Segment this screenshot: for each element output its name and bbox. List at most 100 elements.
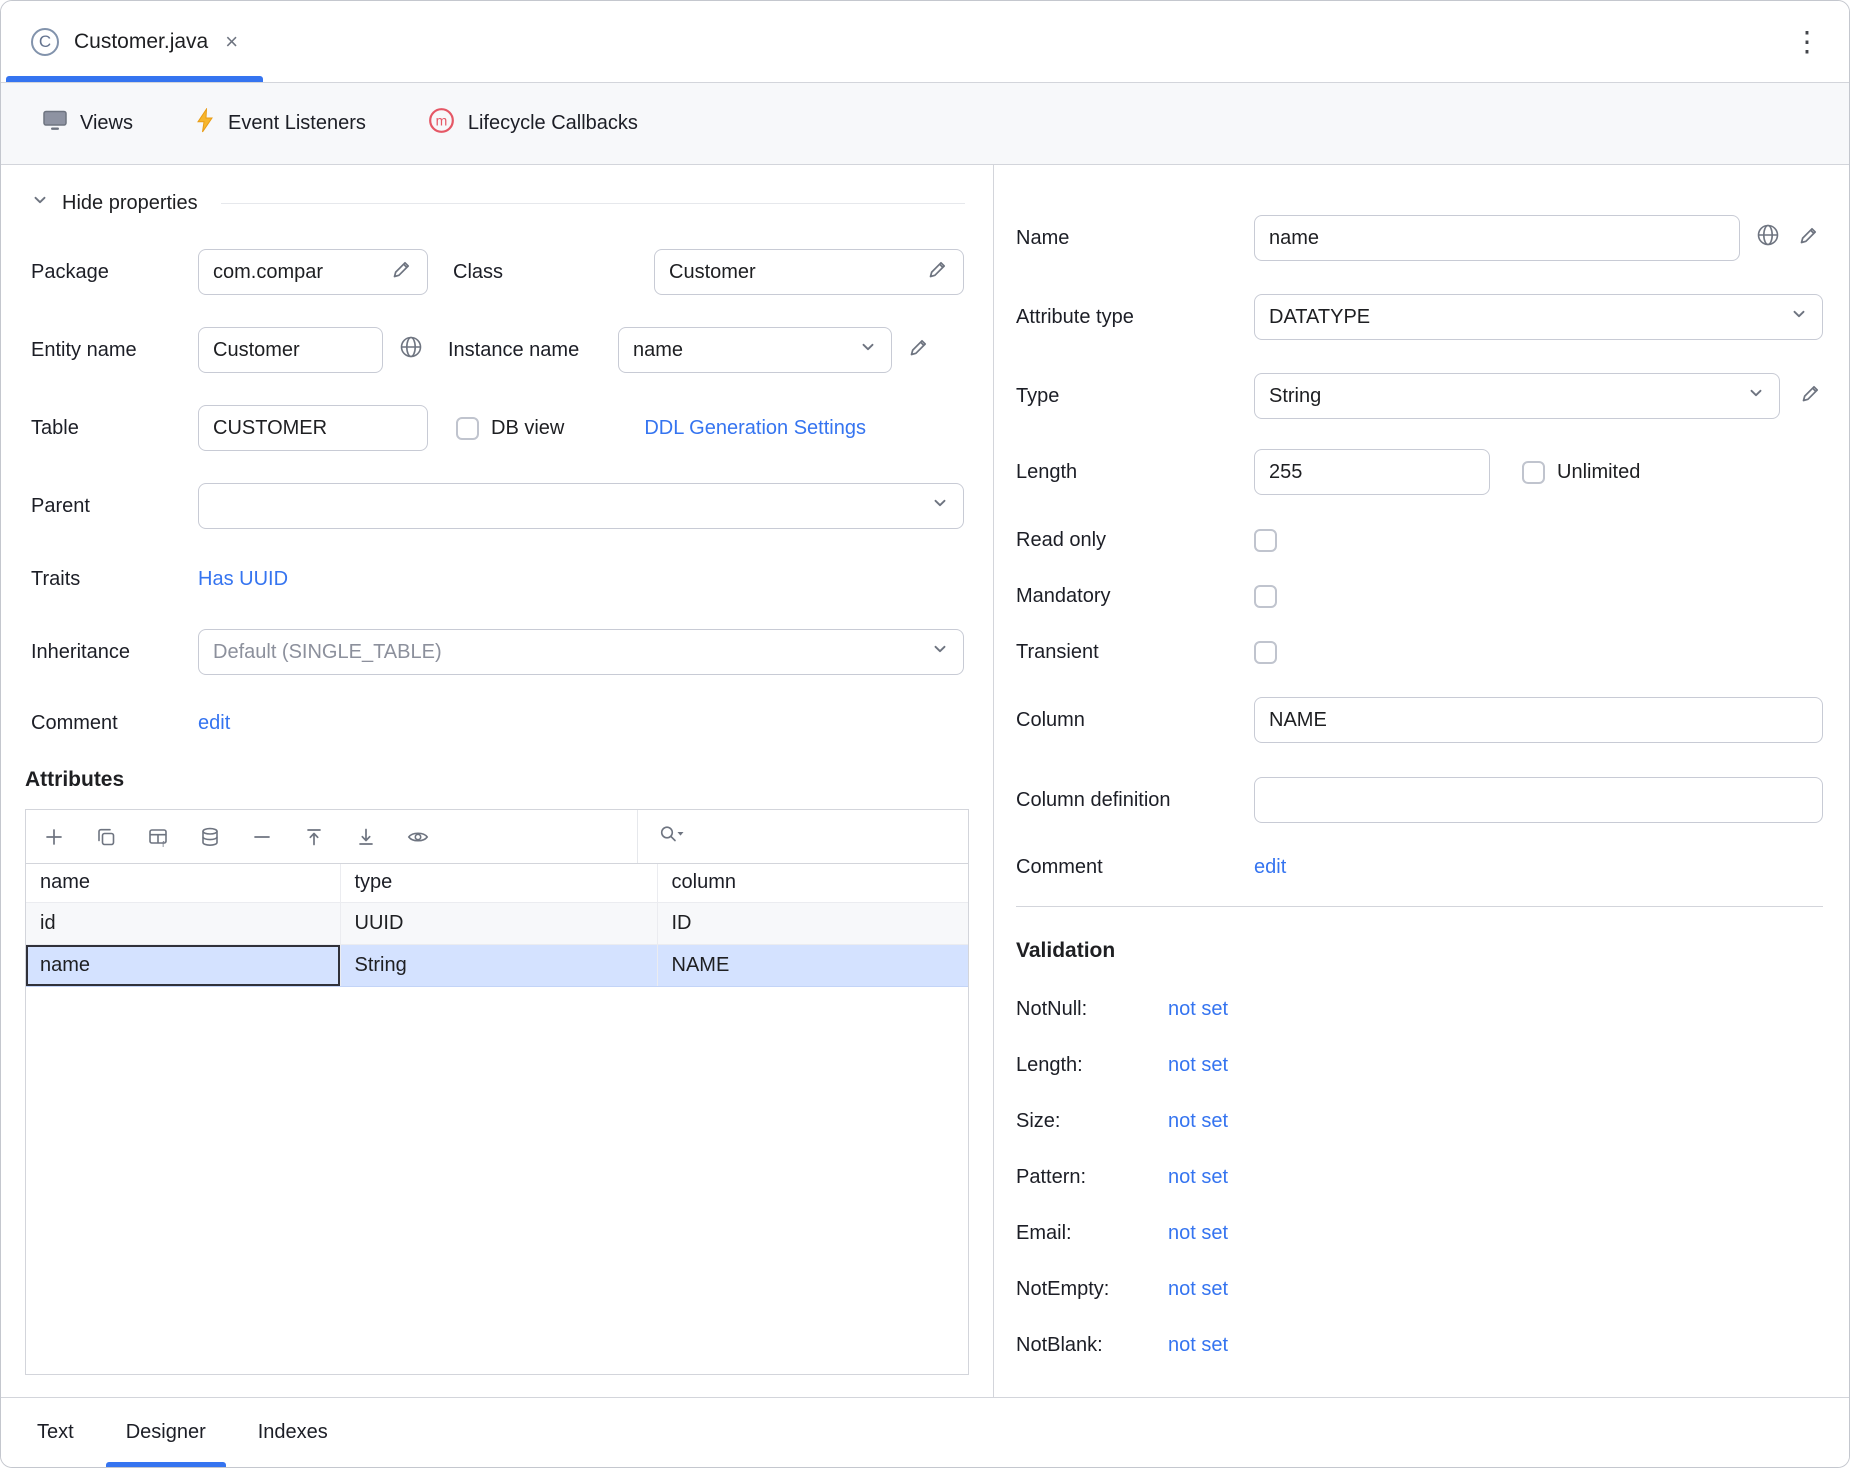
- svg-text:m: m: [436, 113, 448, 129]
- lightning-icon: [195, 108, 215, 139]
- cell-name[interactable]: id: [26, 902, 340, 944]
- unlimited-label: Unlimited: [1557, 461, 1640, 484]
- attribute-name-input[interactable]: [1254, 215, 1740, 261]
- chevron-down-icon: [1747, 384, 1765, 408]
- cell-type[interactable]: UUID: [340, 902, 657, 944]
- tab-text[interactable]: Text: [11, 1398, 100, 1467]
- attribute-row-name[interactable]: name String NAME: [26, 944, 968, 986]
- comment-label: Comment: [1016, 856, 1254, 879]
- db-view-checkbox[interactable]: [456, 417, 479, 440]
- notempty-not-set-link[interactable]: not set: [1168, 1278, 1228, 1301]
- cell-type[interactable]: String: [340, 944, 657, 986]
- attributes-table: name type column id UUID ID name: [26, 864, 968, 987]
- column-header-type[interactable]: type: [340, 864, 657, 902]
- validation-title: Validation: [1016, 935, 1823, 967]
- views-button[interactable]: Views: [43, 110, 133, 137]
- column-header-column[interactable]: column: [657, 864, 968, 902]
- add-attribute-icon[interactable]: [36, 819, 72, 855]
- edit-pencil-icon[interactable]: [1800, 382, 1822, 410]
- mandatory-checkbox[interactable]: [1254, 585, 1277, 608]
- visibility-eye-icon[interactable]: [400, 819, 436, 855]
- cell-column[interactable]: ID: [657, 902, 968, 944]
- package-value: com.compar: [213, 261, 381, 284]
- globe-icon[interactable]: [399, 335, 423, 365]
- attribute-type-dropdown[interactable]: DATATYPE: [1254, 294, 1823, 340]
- class-field[interactable]: Customer: [654, 249, 964, 295]
- chevron-down-icon: [931, 640, 949, 664]
- hide-properties-label: Hide properties: [62, 192, 198, 215]
- hide-properties-toggle[interactable]: Hide properties: [31, 189, 965, 217]
- chevron-down-icon: [31, 191, 49, 215]
- table-input[interactable]: [198, 405, 428, 451]
- tab-indexes[interactable]: Indexes: [232, 1398, 354, 1467]
- entity-name-value: Customer: [213, 339, 368, 362]
- add-from-db-icon[interactable]: f: [140, 819, 176, 855]
- attribute-row-id[interactable]: id UUID ID: [26, 902, 968, 944]
- pattern-label: Pattern:: [1016, 1166, 1168, 1189]
- size-not-set-link[interactable]: not set: [1168, 1110, 1228, 1133]
- name-label: Name: [1016, 227, 1254, 250]
- close-tab-icon[interactable]: ×: [223, 31, 240, 53]
- comment-edit-link[interactable]: edit: [1254, 856, 1286, 879]
- package-label: Package: [31, 261, 198, 284]
- inheritance-dropdown[interactable]: Default (SINGLE_TABLE): [198, 629, 964, 675]
- entity-name-field[interactable]: Customer: [198, 327, 383, 373]
- comment-edit-link[interactable]: edit: [198, 712, 230, 735]
- unlimited-checkbox[interactable]: [1522, 461, 1545, 484]
- column-label: Column: [1016, 709, 1254, 732]
- column-definition-input[interactable]: [1254, 777, 1823, 823]
- edit-pencil-icon[interactable]: [1798, 224, 1820, 252]
- instance-name-dropdown[interactable]: name: [618, 327, 892, 373]
- tab-customer-java[interactable]: C Customer.java ×: [1, 1, 268, 82]
- class-value: Customer: [669, 261, 917, 284]
- editor-tab-bar: C Customer.java × ⋮: [1, 1, 1849, 83]
- package-field[interactable]: com.compar: [198, 249, 428, 295]
- type-dropdown[interactable]: String: [1254, 373, 1780, 419]
- chevron-down-icon: [931, 494, 949, 518]
- size-label: Size:: [1016, 1110, 1168, 1133]
- cell-column[interactable]: NAME: [657, 944, 968, 986]
- more-options-icon[interactable]: ⋮: [1793, 28, 1821, 56]
- edit-pencil-icon[interactable]: [908, 336, 930, 364]
- tab-text-label: Text: [37, 1421, 74, 1444]
- tab-designer[interactable]: Designer: [100, 1398, 232, 1467]
- database-icon[interactable]: [192, 819, 228, 855]
- attributes-toolbar: f: [26, 810, 968, 864]
- email-not-set-link[interactable]: not set: [1168, 1222, 1228, 1245]
- attribute-type-value: DATATYPE: [1269, 306, 1370, 329]
- notblank-not-set-link[interactable]: not set: [1168, 1334, 1228, 1357]
- move-down-icon[interactable]: [348, 819, 384, 855]
- attributes-search[interactable]: [637, 810, 968, 863]
- instance-name-label: Instance name: [448, 339, 618, 362]
- column-input[interactable]: [1254, 697, 1823, 743]
- views-label: Views: [80, 112, 133, 135]
- copy-attribute-icon[interactable]: [88, 819, 124, 855]
- ddl-generation-settings-link[interactable]: DDL Generation Settings: [644, 417, 866, 440]
- lifecycle-method-icon: m: [428, 107, 455, 140]
- parent-dropdown[interactable]: [198, 483, 964, 529]
- lifecycle-callbacks-button[interactable]: m Lifecycle Callbacks: [428, 107, 638, 140]
- transient-checkbox[interactable]: [1254, 641, 1277, 664]
- event-listeners-button[interactable]: Event Listeners: [195, 108, 366, 139]
- remove-attribute-icon[interactable]: [244, 819, 280, 855]
- instance-name-value: name: [633, 339, 683, 362]
- column-header-name[interactable]: name: [26, 864, 340, 902]
- pattern-not-set-link[interactable]: not set: [1168, 1166, 1228, 1189]
- event-listeners-label: Event Listeners: [228, 112, 366, 135]
- length-not-set-link[interactable]: not set: [1168, 1054, 1228, 1077]
- cell-name[interactable]: name: [26, 944, 340, 986]
- edit-pencil-icon[interactable]: [391, 258, 413, 286]
- main-area: Hide properties Package com.compar Class: [1, 165, 1849, 1397]
- edit-pencil-icon[interactable]: [927, 258, 949, 286]
- entity-panel: Hide properties Package com.compar Class: [1, 165, 994, 1397]
- validation-row: NotBlank: not set: [1016, 1317, 1823, 1373]
- attributes-panel: f: [25, 809, 969, 1375]
- globe-icon[interactable]: [1756, 223, 1780, 253]
- read-only-checkbox[interactable]: [1254, 529, 1277, 552]
- move-up-icon[interactable]: [296, 819, 332, 855]
- has-uuid-link[interactable]: Has UUID: [198, 568, 288, 591]
- length-input[interactable]: [1254, 449, 1490, 495]
- mandatory-label: Mandatory: [1016, 585, 1254, 608]
- notnull-not-set-link[interactable]: not set: [1168, 998, 1228, 1021]
- validation-list: NotNull: not set Length: not set Size: n…: [1016, 981, 1823, 1373]
